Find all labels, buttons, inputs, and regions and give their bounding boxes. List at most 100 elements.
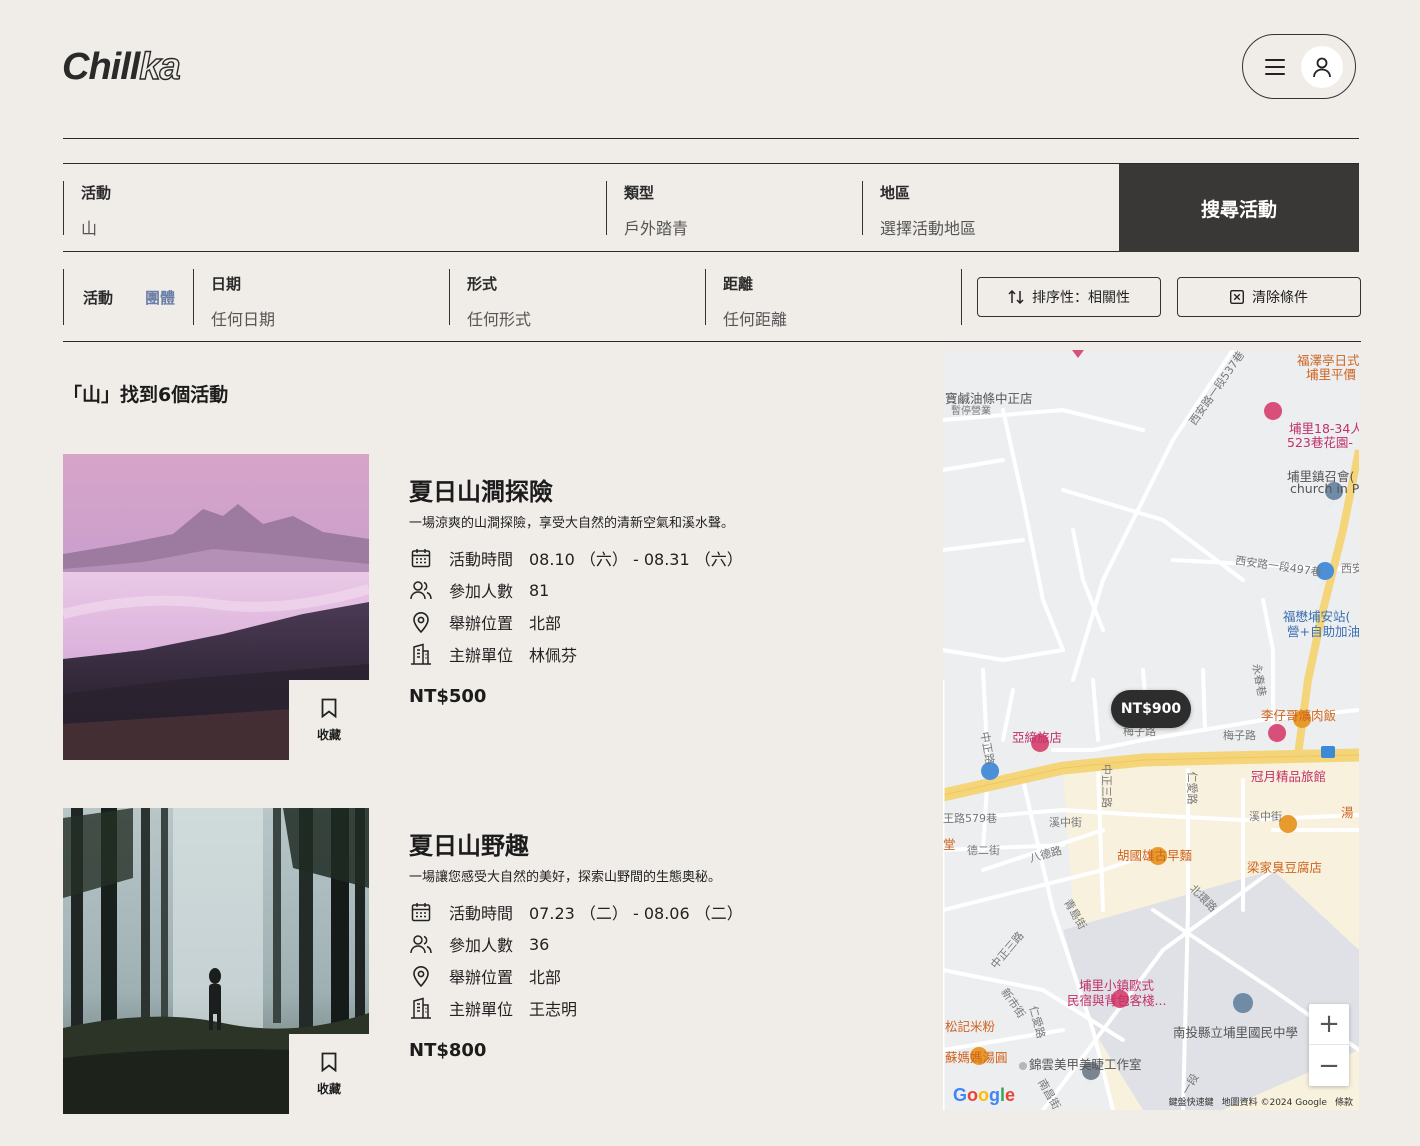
distance-value[interactable]: 任何距離 <box>723 306 961 330</box>
map-label: 李仔哥爌肉飯 <box>1261 708 1337 723</box>
activity-value[interactable]: 山 <box>81 215 588 239</box>
location-pin-icon <box>409 964 433 988</box>
people-key: 參加人數 <box>449 582 514 601</box>
activity-price: NT$500 <box>409 686 487 707</box>
filter-bar: 活動 團體 日期 任何日期 形式 任何形式 距離 任何距離 排序性：相關性 清除… <box>63 252 1361 342</box>
format-filter[interactable]: 形式 任何形式 <box>449 269 705 329</box>
building-icon <box>409 996 433 1020</box>
activity-card[interactable]: 收藏 夏日山野趣 一場讓您感受大自然的美好，探索山野間的生態奧秘。 活動時間 0… <box>63 808 823 1114</box>
type-field[interactable]: 類型 戶外踏青 <box>606 164 862 251</box>
region-field[interactable]: 地區 選擇活動地區 <box>862 164 1118 251</box>
page: Chillka 活動 山 類型 戶外踏青 地區 選擇活動地區 搜尋活動 活動 團… <box>0 0 1420 1146</box>
time-value: 08.10 （六） - 08.31 （六） <box>529 550 743 569</box>
clear-icon <box>1230 290 1244 304</box>
terms-link[interactable]: 條款 <box>1335 1095 1353 1108</box>
map-label: 亞締旅店 <box>1012 730 1063 745</box>
organizer-key: 主辦單位 <box>449 646 514 665</box>
user-menu[interactable] <box>1242 34 1356 99</box>
search-activity-button[interactable]: 搜尋活動 <box>1119 164 1359 252</box>
map-label: 梁家臭豆腐店 <box>1247 860 1323 875</box>
activity-card[interactable]: 收藏 夏日山澗探險 一場涼爽的山澗探險，享受大自然的清新空氣和溪水聲。 活動時間… <box>63 454 823 760</box>
info-organizer: 主辦單位 王志明 <box>409 996 577 1020</box>
map-label: 松記米粉 <box>945 1019 996 1034</box>
format-label: 形式 <box>467 275 498 293</box>
bookmark-icon <box>321 698 337 718</box>
activity-keyword-field[interactable]: 活動 山 <box>63 164 606 251</box>
clear-label: 清除條件 <box>1252 289 1308 305</box>
clear-filters-button[interactable]: 清除條件 <box>1177 277 1361 317</box>
location-value: 北部 <box>529 968 562 987</box>
organizer-value: 王志明 <box>529 1000 578 1019</box>
map-label: 暫停營業 <box>951 406 991 417</box>
activity-price: NT$800 <box>409 1040 487 1061</box>
location-key: 舉辦位置 <box>449 968 514 987</box>
format-value[interactable]: 任何形式 <box>467 306 705 330</box>
logo-tail: ka <box>139 45 182 88</box>
map-zoom-controls: + − <box>1309 1004 1349 1086</box>
activity-group-toggle[interactable]: 活動 團體 <box>63 269 193 325</box>
sort-label: 排序性：相關性 <box>1032 289 1130 305</box>
map-label: 冠月精品旅館 <box>1251 769 1327 784</box>
sort-button[interactable]: 排序性：相關性 <box>977 277 1161 317</box>
type-value[interactable]: 戶外踏青 <box>624 215 844 239</box>
hamburger-icon[interactable] <box>1265 58 1285 75</box>
results-map[interactable]: 寶鹹油條中正店 暫停營業 西安路一段537巷 福澤亭日式 埔里平價 埔里18-3… <box>943 350 1359 1110</box>
google-logo: Google <box>953 1085 1016 1105</box>
map-attribution: 鍵盤快速鍵 地圖資料 ©2024 Google 條款 <box>1169 1095 1353 1108</box>
calendar-icon <box>409 546 433 570</box>
region-label: 地區 <box>880 184 911 202</box>
date-value[interactable]: 任何日期 <box>211 306 449 330</box>
activity-label: 活動 <box>81 184 112 202</box>
people-icon <box>409 578 433 602</box>
map-label: 錦雲美甲美睫工作室 <box>1029 1057 1142 1072</box>
chillka-logo[interactable]: Chillka <box>62 45 182 89</box>
zoom-out-button[interactable]: − <box>1309 1045 1349 1086</box>
save-label: 收藏 <box>316 1081 341 1096</box>
organizer-key: 主辦單位 <box>449 1000 514 1019</box>
map-label: 溪中街 <box>1249 810 1282 823</box>
map-label: 營+自助加油 <box>1287 624 1359 639</box>
info-people: 參加人數 36 <box>409 932 549 956</box>
calendar-icon <box>409 900 433 924</box>
organizer-value: 林佩芬 <box>529 646 578 665</box>
info-people: 參加人數 81 <box>409 578 549 602</box>
info-location: 舉辦位置 北部 <box>409 964 561 988</box>
people-value: 81 <box>529 580 550 600</box>
map-label: church in P <box>1290 481 1359 496</box>
activity-description: 一場涼爽的山澗探險，享受大自然的清新空氣和溪水聲。 <box>409 516 735 531</box>
region-value[interactable]: 選擇活動地區 <box>880 215 1100 239</box>
activity-title[interactable]: 夏日山野趣 <box>409 826 529 861</box>
map-label: 王路579巷 <box>943 812 997 825</box>
info-time: 活動時間 07.23 （二） - 08.06 （二） <box>409 900 743 924</box>
type-label: 類型 <box>624 184 655 202</box>
logo-main: Chill <box>62 46 140 88</box>
info-organizer: 主辦單位 林佩芬 <box>409 642 577 666</box>
search-bar: 活動 山 類型 戶外踏青 地區 選擇活動地區 搜尋活動 <box>63 163 1359 252</box>
location-value: 北部 <box>529 614 562 633</box>
keyboard-shortcuts-link[interactable]: 鍵盤快速鍵 <box>1169 1095 1214 1108</box>
distance-label: 距離 <box>723 275 754 293</box>
location-pin-icon <box>409 610 433 634</box>
user-avatar-icon[interactable] <box>1301 45 1343 88</box>
toggle-activity[interactable]: 活動 <box>83 287 113 308</box>
save-label: 收藏 <box>316 727 341 742</box>
zoom-in-button[interactable]: + <box>1309 1004 1349 1045</box>
map-label: 西安 <box>1341 562 1359 575</box>
sort-icon <box>1008 290 1024 304</box>
date-filter[interactable]: 日期 任何日期 <box>193 269 449 329</box>
map-price-pin[interactable]: NT$900 <box>1111 690 1191 728</box>
save-button[interactable]: 收藏 <box>289 680 369 760</box>
save-button[interactable]: 收藏 <box>289 1034 369 1114</box>
map-label: 民宿與背包客棧... <box>1067 993 1167 1008</box>
toggle-group[interactable]: 團體 <box>145 287 175 308</box>
activity-title[interactable]: 夏日山澗探險 <box>409 472 553 507</box>
distance-filter[interactable]: 距離 任何距離 <box>705 269 961 329</box>
time-value: 07.23 （二） - 08.06 （二） <box>529 904 743 923</box>
map-label: 南投縣立埔里國民中學 <box>1173 1025 1299 1040</box>
map-label: 蘇媽媽湯圓 <box>945 1050 1008 1065</box>
people-key: 參加人數 <box>449 936 514 955</box>
map-label: 德二街 <box>967 844 1000 857</box>
people-value: 36 <box>529 934 550 954</box>
map-label: 溪中街 <box>1049 816 1082 829</box>
people-icon <box>409 932 433 956</box>
